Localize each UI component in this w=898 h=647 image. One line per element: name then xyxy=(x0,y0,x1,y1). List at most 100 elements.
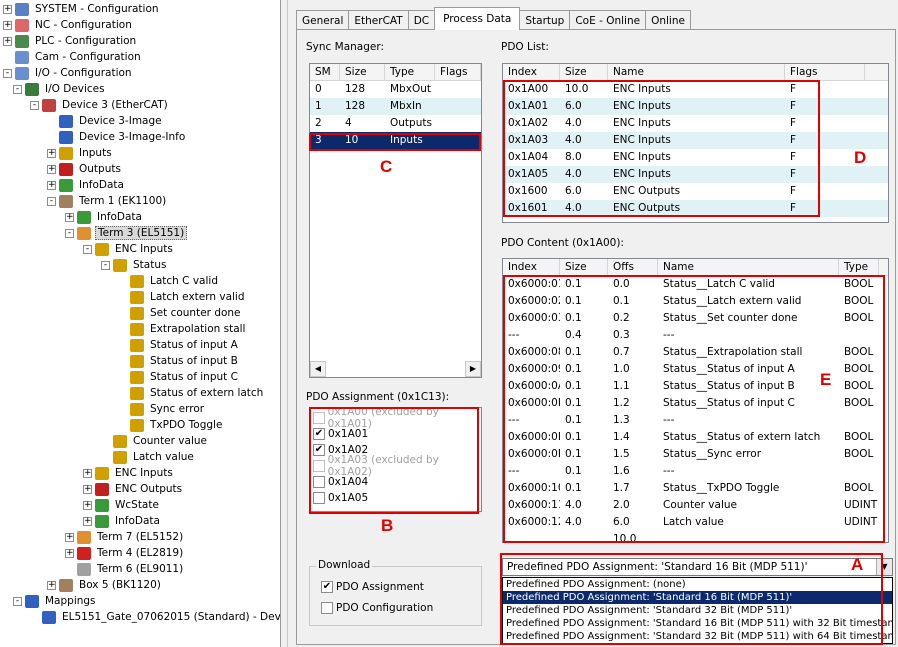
dropdown-option[interactable]: Predefined PDO Assignment: 'Standard 32 … xyxy=(503,604,892,617)
expand-icon[interactable]: + xyxy=(83,484,92,494)
solution-tree[interactable]: + SYSTEM - Configuration + NC - Configurati… xyxy=(0,0,281,647)
table-row[interactable]: 0x6000:01 0.1 0.0 Status__Latch C valid BOOL xyxy=(503,276,888,293)
tree-node[interactable]: Set counter done xyxy=(118,305,243,321)
expand-icon[interactable]: + xyxy=(47,164,56,174)
tree-node[interactable]: Status of input C xyxy=(118,369,240,385)
tab-startup[interactable]: Startup xyxy=(519,10,571,30)
collapse-icon[interactable]: - xyxy=(13,596,22,606)
checkbox[interactable] xyxy=(321,602,333,614)
table-row[interactable]: 0x6000:03 0.1 0.2 Status__Set counter done B… xyxy=(503,310,888,327)
table-row[interactable]: 0x6000:12 4.0 6.0 Latch value UDINT xyxy=(503,514,888,531)
table-row[interactable]: 0x1A02 4.0 ENC Inputs F xyxy=(503,115,888,132)
predefined-pdo-dropdown[interactable]: Predefined PDO Assignment: (none) Predefi… xyxy=(502,577,893,644)
table-row[interactable]: 0x6000:0B 0.1 1.2 Status__Status of input C… xyxy=(503,395,888,412)
tab-ethercat[interactable]: EtherCAT xyxy=(348,10,409,30)
tree-node[interactable]: + WcState xyxy=(83,497,161,513)
column-header[interactable]: Index xyxy=(503,64,560,80)
table-row[interactable]: 0x1A03 4.0 ENC Inputs F xyxy=(503,132,888,149)
checkbox[interactable]: ✔ xyxy=(313,428,325,440)
tree-node[interactable]: + InfoData xyxy=(47,177,126,193)
table-row[interactable]: 0x6000:11 4.0 2.0 Counter value UDINT xyxy=(503,497,888,514)
pdo-content-grid[interactable]: Index Size Offs Name Type 0x6000:01 0.1 0.0 Sta… xyxy=(502,258,889,543)
tree-node[interactable]: + PLC - Configuration xyxy=(3,33,138,49)
table-row[interactable]: --- 0.1 1.6 --- xyxy=(503,463,888,480)
column-header[interactable]: Name xyxy=(658,259,839,275)
collapse-icon[interactable]: - xyxy=(13,84,22,94)
table-row[interactable]: 10.0 xyxy=(503,531,888,542)
dropdown-option[interactable]: Predefined PDO Assignment: 'Standard 16 … xyxy=(503,591,892,604)
chevron-down-icon[interactable]: ▼ xyxy=(876,559,892,575)
table-row[interactable]: --- 0.1 1.3 --- xyxy=(503,412,888,429)
tree-node[interactable]: Device 3-Image-Info xyxy=(47,129,187,145)
column-header[interactable]: Flags xyxy=(435,64,481,80)
column-header[interactable]: SM xyxy=(310,64,340,80)
collapse-icon[interactable]: - xyxy=(3,68,12,78)
tree-node[interactable]: + InfoData xyxy=(83,513,162,529)
tree-node[interactable]: Cam - Configuration xyxy=(3,49,143,65)
collapse-icon[interactable]: - xyxy=(30,100,39,110)
pdo-assignment-list[interactable]: 0x1A00 (excluded by 0x1A01) ✔ 0x1A01 ✔ 0x1A0… xyxy=(309,407,482,512)
column-header[interactable]: Index xyxy=(503,259,560,275)
tree-node[interactable]: Term 6 (EL9011) xyxy=(65,561,185,577)
table-row[interactable]: 0x1600 6.0 ENC Outputs F xyxy=(503,183,888,200)
expand-icon[interactable]: + xyxy=(83,500,92,510)
sync-manager-grid[interactable]: SM Size Type Flags 0 128 MbxOut 1 128 MbxIn 2 4 Out… xyxy=(309,63,482,378)
tree-node[interactable]: + ENC Outputs xyxy=(83,481,184,497)
pdo-assignment-checkbox[interactable]: ✔ PDO Assignment xyxy=(318,579,424,595)
tree-node[interactable]: - Device 3 (EtherCAT) xyxy=(30,97,170,113)
tab-process-data[interactable]: Process Data xyxy=(434,7,521,30)
tree-node[interactable]: + ENC Inputs xyxy=(83,465,175,481)
expand-icon[interactable]: + xyxy=(65,532,74,542)
tab-coe-online[interactable]: CoE - Online xyxy=(569,10,647,30)
table-row[interactable]: 0x1A05 4.0 ENC Inputs F xyxy=(503,166,888,183)
checkbox[interactable]: ✔ xyxy=(321,581,333,593)
predefined-pdo-combobox[interactable]: Predefined PDO Assignment: 'Standard 16 … xyxy=(502,558,893,576)
pdo-list-grid[interactable]: Index Size Name Flags 0x1A00 10.0 ENC Inputs F… xyxy=(502,63,889,223)
tree-node[interactable]: - Status xyxy=(101,257,168,273)
table-row[interactable]: 0x6000:02 0.1 0.1 Status__Latch extern vali… xyxy=(503,293,888,310)
tree-node[interactable]: Sync error xyxy=(118,401,206,417)
expand-icon[interactable]: + xyxy=(3,36,12,46)
column-header[interactable]: Flags xyxy=(785,64,865,80)
pdo-configuration-checkbox[interactable]: PDO Configuration xyxy=(318,600,433,616)
column-header[interactable]: Type xyxy=(839,259,879,275)
tree-node[interactable]: Status of extern latch xyxy=(118,385,265,401)
column-header[interactable]: Name xyxy=(608,64,785,80)
table-row[interactable]: 2 4 Outputs xyxy=(310,115,481,132)
tree-node[interactable]: - I/O - Configuration xyxy=(3,65,134,81)
tree-node[interactable]: TxPDO Toggle xyxy=(118,417,224,433)
tree-node[interactable]: - Term 1 (EK1100) xyxy=(47,193,168,209)
dropdown-option[interactable]: Predefined PDO Assignment: 'Standard 32 … xyxy=(503,630,892,643)
tree-node[interactable]: + Term 7 (EL5152) xyxy=(65,529,185,545)
tab-online[interactable]: Online xyxy=(645,10,691,30)
tree-node[interactable]: Extrapolation stall xyxy=(118,321,247,337)
table-row[interactable]: 0x6000:0D 0.1 1.4 Status__Status of extern … xyxy=(503,429,888,446)
tree-node[interactable]: Device 3-Image xyxy=(47,113,164,129)
tab-dc[interactable]: DC xyxy=(407,10,436,30)
expand-icon[interactable]: + xyxy=(47,148,56,158)
table-row[interactable]: 0x1A00 10.0 ENC Inputs F xyxy=(503,81,888,98)
tab-general[interactable]: General xyxy=(296,10,350,30)
scroll-left-button[interactable]: ◀ xyxy=(310,361,326,377)
expand-icon[interactable]: + xyxy=(65,212,74,222)
table-row[interactable]: 0x1A01 6.0 ENC Inputs F xyxy=(503,98,888,115)
tree-node[interactable]: Counter value xyxy=(101,433,209,449)
tree-node[interactable]: EL5151_Gate_07062015 (Standard) - Devi xyxy=(30,609,280,625)
table-row[interactable]: 1 128 MbxIn xyxy=(310,98,481,115)
tree-node[interactable]: - Mappings xyxy=(13,593,98,609)
expand-icon[interactable]: + xyxy=(3,4,12,14)
table-row[interactable]: 0x6000:0E 0.1 1.5 Status__Sync error BOOL xyxy=(503,446,888,463)
dropdown-option[interactable]: Predefined PDO Assignment: (none) xyxy=(503,578,892,591)
collapse-icon[interactable]: - xyxy=(47,196,56,206)
column-header[interactable]: Size xyxy=(340,64,385,80)
tree-node[interactable]: Status of input A xyxy=(118,337,240,353)
tree-node[interactable]: + SYSTEM - Configuration xyxy=(3,1,161,17)
splitter[interactable] xyxy=(281,0,288,647)
dropdown-option[interactable]: Predefined PDO Assignment: 'Standard 16 … xyxy=(503,617,892,630)
table-row[interactable]: 0 128 MbxOut xyxy=(310,81,481,98)
checkbox[interactable]: ✔ xyxy=(313,444,325,456)
tree-node[interactable]: Latch C valid xyxy=(118,273,220,289)
column-header[interactable]: Offs xyxy=(608,259,658,275)
collapse-icon[interactable]: - xyxy=(83,244,92,254)
table-row[interactable]: 0x6000:08 0.1 0.7 Status__Extrapolation sta… xyxy=(503,344,888,361)
